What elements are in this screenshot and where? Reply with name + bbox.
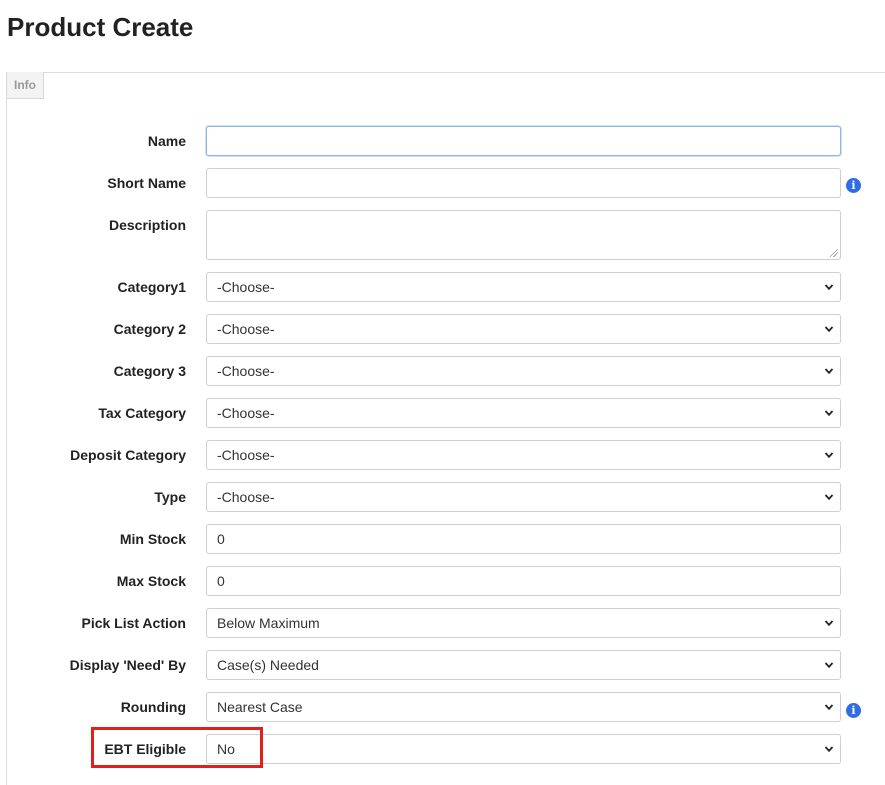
pick-list-action-value: Below Maximum xyxy=(217,615,320,631)
pick-list-action-select[interactable]: Below Maximum xyxy=(206,608,841,638)
short-name-label: Short Name xyxy=(107,175,186,191)
name-label: Name xyxy=(147,133,186,149)
short-name-info-icon[interactable]: i xyxy=(846,178,861,193)
description-label: Description xyxy=(108,217,186,233)
tax-category-label: Tax Category xyxy=(98,405,186,421)
deposit-category-value: -Choose- xyxy=(217,447,275,463)
chevron-down-icon xyxy=(824,620,834,627)
category1-value: -Choose- xyxy=(217,279,275,295)
tax-category-select[interactable]: -Choose- xyxy=(206,398,841,428)
chevron-down-icon xyxy=(824,368,834,375)
chevron-down-icon xyxy=(824,704,834,711)
product-create-page: Product Create Info Name Short Name i De… xyxy=(0,0,885,785)
rounding-select[interactable]: Nearest Case xyxy=(206,692,841,722)
category2-label: Category 2 xyxy=(113,321,186,337)
min-stock-label: Min Stock xyxy=(119,531,186,547)
display-need-by-label: Display 'Need' By xyxy=(69,657,186,673)
tab-info[interactable]: Info xyxy=(6,72,44,99)
category3-label: Category 3 xyxy=(113,363,186,379)
category1-label: Category1 xyxy=(117,279,186,295)
deposit-category-select[interactable]: -Choose- xyxy=(206,440,841,470)
ebt-eligible-select[interactable]: No xyxy=(206,734,841,764)
chevron-down-icon xyxy=(824,452,834,459)
rounding-info-icon[interactable]: i xyxy=(846,703,861,718)
category3-select[interactable]: -Choose- xyxy=(206,356,841,386)
category1-select[interactable]: -Choose- xyxy=(206,272,841,302)
chevron-down-icon xyxy=(824,410,834,417)
page-title: Product Create xyxy=(7,12,194,42)
chevron-down-icon xyxy=(824,746,834,753)
description-textarea[interactable] xyxy=(206,210,841,260)
chevron-down-icon xyxy=(824,284,834,291)
category2-value: -Choose- xyxy=(217,321,275,337)
type-label: Type xyxy=(154,489,186,505)
category3-value: -Choose- xyxy=(217,363,275,379)
min-stock-input[interactable] xyxy=(206,524,841,554)
type-value: -Choose- xyxy=(217,489,275,505)
tax-category-value: -Choose- xyxy=(217,405,275,421)
pick-list-action-label: Pick List Action xyxy=(81,615,186,631)
tab-strip-divider xyxy=(6,72,885,73)
display-need-by-value: Case(s) Needed xyxy=(217,657,319,673)
max-stock-label: Max Stock xyxy=(116,573,186,589)
chevron-down-icon xyxy=(824,662,834,669)
rounding-label: Rounding xyxy=(120,699,186,715)
max-stock-input[interactable] xyxy=(206,566,841,596)
type-select[interactable]: -Choose- xyxy=(206,482,841,512)
resize-grip-icon[interactable] xyxy=(830,249,838,257)
rounding-value: Nearest Case xyxy=(217,699,303,715)
category2-select[interactable]: -Choose- xyxy=(206,314,841,344)
deposit-category-label: Deposit Category xyxy=(70,447,186,463)
ebt-eligible-highlight xyxy=(91,727,263,768)
chevron-down-icon xyxy=(824,326,834,333)
name-input[interactable] xyxy=(206,126,841,156)
short-name-input[interactable] xyxy=(206,168,841,198)
chevron-down-icon xyxy=(824,494,834,501)
display-need-by-select[interactable]: Case(s) Needed xyxy=(206,650,841,680)
